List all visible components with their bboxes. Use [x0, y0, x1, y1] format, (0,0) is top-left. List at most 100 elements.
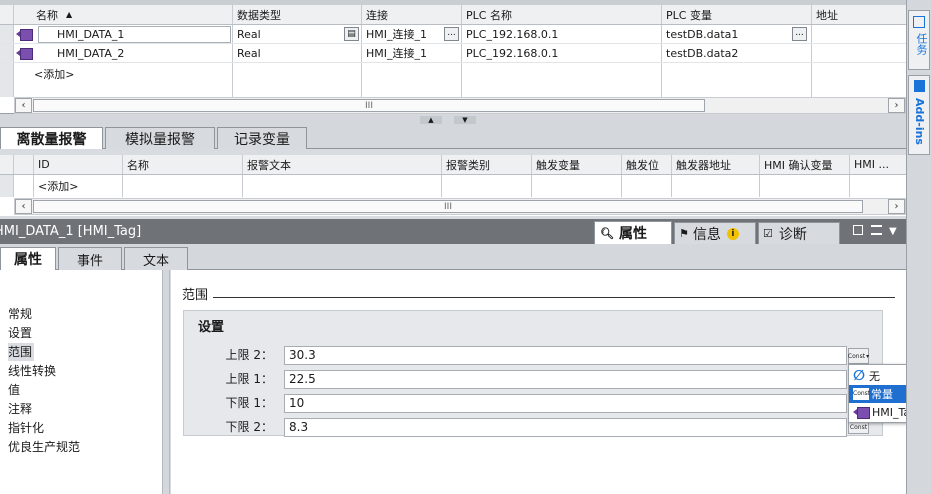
- tab-analog-alarms[interactable]: 模拟量报警: [105, 127, 215, 149]
- table-row[interactable]: HMI_DATA_1 Real ▤ HMI_连接_1 ... PLC_192.1…: [0, 25, 906, 44]
- scrollbar-grip: III: [444, 201, 452, 212]
- add-row[interactable]: <添加>: [0, 175, 906, 197]
- list-picker-icon[interactable]: ▤: [344, 27, 359, 41]
- tag-type-cell[interactable]: Real ▤: [233, 25, 362, 43]
- tag-variable-cell[interactable]: testDB.data1 ...: [662, 25, 812, 43]
- column-header-connection[interactable]: 连接: [362, 5, 462, 24]
- subtab-events[interactable]: 事件: [58, 247, 122, 270]
- column-header-plc-variable[interactable]: PLC 变量: [662, 5, 812, 24]
- dropdown-item-label: 无: [869, 370, 880, 383]
- tab-diagnostics[interactable]: ☑ 诊断: [758, 222, 840, 244]
- field-label: 下限 1：: [225, 396, 273, 410]
- horizontal-splitter[interactable]: ▲ ▼: [0, 114, 906, 126]
- nav-item-settings[interactable]: 设置: [8, 324, 32, 342]
- chevron-down-icon: ▾: [866, 352, 870, 360]
- column-header-label: 报警类别: [446, 158, 490, 172]
- column-header-label: 触发位: [626, 158, 659, 172]
- ellipsis-button[interactable]: ...: [444, 27, 459, 41]
- tasks-icon: [913, 16, 925, 28]
- column-header-plc-name[interactable]: PLC 名称: [462, 5, 662, 24]
- row-selector[interactable]: [0, 175, 14, 197]
- tag-table-horizontal-scrollbar[interactable]: ‹ III ›: [14, 97, 906, 114]
- column-header-trigger-bit[interactable]: 触发位: [622, 155, 672, 174]
- column-header-id[interactable]: ID: [34, 155, 123, 174]
- column-header-trigger-tag[interactable]: 触发变量: [532, 155, 622, 174]
- column-header-name[interactable]: 名称 ▲: [14, 5, 233, 24]
- low-limit-2-input[interactable]: 8.3: [284, 418, 847, 437]
- diagnostics-icon: ☑: [763, 227, 773, 240]
- tag-plc-cell[interactable]: PLC_192.168.0.1: [462, 25, 662, 43]
- scroll-left-button[interactable]: ‹: [15, 199, 32, 214]
- subtab-properties[interactable]: 属性: [0, 247, 56, 270]
- column-header-type[interactable]: 数据类型: [233, 5, 362, 24]
- empty-cell: [362, 63, 462, 97]
- tab-info[interactable]: ⚑ 信息 i: [674, 222, 756, 244]
- alarm-table-horizontal-scrollbar[interactable]: ‹ III ›: [14, 198, 906, 215]
- addins-tab[interactable]: Add-ins: [908, 75, 930, 155]
- empty-cell: [760, 175, 850, 197]
- field-row-high-limit-1: 上限 1： 22.5: [184, 370, 882, 389]
- add-tag-cell[interactable]: <添加>: [14, 63, 233, 97]
- tag-address-cell[interactable]: [812, 44, 906, 62]
- alarm-tab-strip: 离散量报警 模拟量报警 记录变量: [0, 126, 906, 149]
- tasks-label: 任务: [915, 33, 928, 55]
- scroll-left-button[interactable]: ‹: [15, 98, 32, 113]
- collapse-up-icon[interactable]: ▲: [420, 116, 442, 124]
- column-header-ack-tag[interactable]: HMI 确认变量: [760, 155, 850, 174]
- scroll-right-button[interactable]: ›: [888, 98, 905, 113]
- tag-connection-cell[interactable]: HMI_连接_1: [362, 44, 462, 62]
- tab-log-tags[interactable]: 记录变量: [217, 127, 307, 149]
- tab-label: 模拟量报警: [125, 131, 195, 148]
- add-tag-label: <添加>: [34, 68, 75, 81]
- scrollbar-thumb[interactable]: III: [33, 200, 863, 213]
- tag-name-cell[interactable]: HMI_DATA_2: [14, 44, 233, 62]
- row-selector[interactable]: [0, 25, 14, 43]
- tag-variable-cell[interactable]: testDB.data2: [662, 44, 812, 62]
- tag-name-value: HMI_DATA_2: [57, 46, 125, 60]
- nav-item-linear-scaling[interactable]: 线性转换: [8, 362, 56, 380]
- tag-name-editor[interactable]: HMI_DATA_1: [38, 25, 231, 43]
- column-header-more[interactable]: HMI ...: [850, 155, 906, 174]
- tag-type-cell[interactable]: Real: [233, 44, 362, 62]
- panel-collapse-icon[interactable]: ▼: [889, 226, 897, 237]
- constant-source-button[interactable]: Const ▾: [848, 348, 869, 364]
- row-selector[interactable]: [0, 63, 14, 97]
- nav-item-gmp[interactable]: 优良生产规范: [8, 438, 80, 456]
- constant-icon: Const: [849, 423, 868, 431]
- nav-item-pointerization[interactable]: 指针化: [8, 419, 44, 437]
- ellipsis-button[interactable]: ...: [792, 27, 807, 41]
- add-row[interactable]: <添加>: [0, 63, 906, 97]
- section-rule: [213, 297, 895, 298]
- tag-plc-cell[interactable]: PLC_192.168.0.1: [462, 44, 662, 62]
- row-selector[interactable]: [0, 44, 14, 62]
- column-header-trigger-address[interactable]: 触发器地址: [672, 155, 760, 174]
- high-limit-1-input[interactable]: 22.5: [284, 370, 847, 389]
- table-row[interactable]: HMI_DATA_2 Real HMI_连接_1 PLC_192.168.0.1…: [0, 44, 906, 63]
- nav-item-general[interactable]: 常规: [8, 305, 32, 323]
- high-limit-2-input[interactable]: 30.3: [284, 346, 847, 365]
- nav-splitter[interactable]: [163, 270, 170, 494]
- column-header-name[interactable]: 名称: [123, 155, 243, 174]
- sort-ascending-icon: ▲: [66, 10, 73, 19]
- tag-address-cell[interactable]: [812, 25, 906, 43]
- tag-connection-cell[interactable]: HMI_连接_1 ...: [362, 25, 462, 43]
- scrollbar-thumb[interactable]: III: [33, 99, 705, 112]
- nav-item-comment[interactable]: 注释: [8, 400, 32, 418]
- collapse-down-icon[interactable]: ▼: [454, 116, 476, 124]
- scroll-right-button[interactable]: ›: [888, 199, 905, 214]
- column-header-address[interactable]: 地址: [812, 5, 906, 24]
- column-header-alarm-class[interactable]: 报警类别: [442, 155, 532, 174]
- tasks-tab[interactable]: 任务: [908, 10, 930, 70]
- subtab-texts[interactable]: 文本: [124, 247, 188, 270]
- low-limit-1-input[interactable]: 10: [284, 394, 847, 413]
- tab-properties[interactable]: 🔍︎ 属性: [594, 221, 672, 244]
- panel-layout-icon[interactable]: [871, 225, 882, 235]
- tab-discrete-alarms[interactable]: 离散量报警: [0, 127, 103, 149]
- nav-item-values[interactable]: 值: [8, 381, 20, 399]
- tag-name-cell[interactable]: HMI_DATA_1: [14, 25, 233, 43]
- info-badge-icon: i: [726, 227, 739, 240]
- nav-item-range[interactable]: 范围: [8, 343, 35, 361]
- panel-float-icon[interactable]: [853, 225, 863, 235]
- column-header-alarm-text[interactable]: 报警文本: [243, 155, 442, 174]
- add-alarm-cell[interactable]: <添加>: [34, 175, 123, 197]
